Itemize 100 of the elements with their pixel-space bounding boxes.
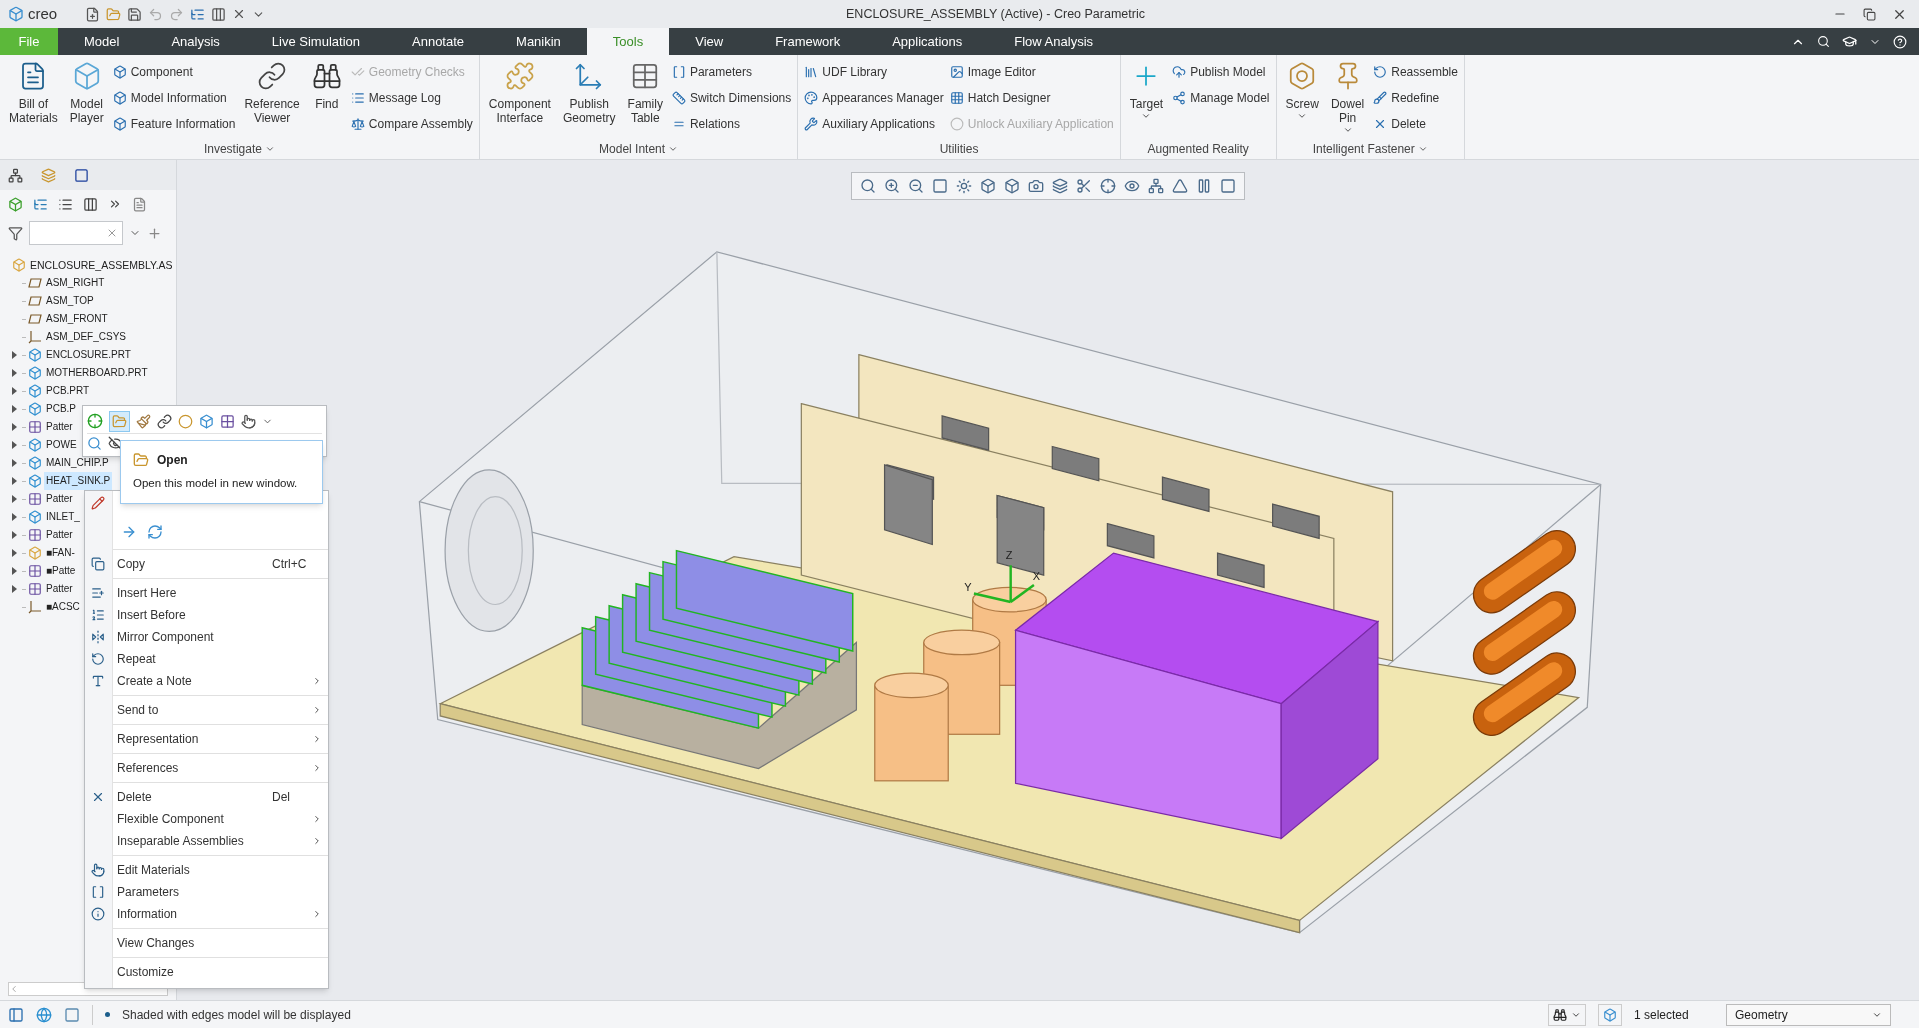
tree-item[interactable]: ■FAN- bbox=[44, 544, 77, 562]
expand-arrow-icon[interactable] bbox=[12, 405, 17, 413]
expand-arrow-icon[interactable] bbox=[12, 513, 17, 521]
tree-item[interactable]: Patter bbox=[44, 490, 75, 508]
ribbon-large-button[interactable]: Target bbox=[1126, 61, 1167, 121]
search-field[interactable] bbox=[29, 221, 123, 245]
ribbon-small-button[interactable]: Model Information bbox=[112, 87, 236, 109]
restore-icon[interactable] bbox=[1863, 7, 1876, 21]
ribbon-tab[interactable]: Manikin bbox=[490, 28, 587, 55]
ribbon-small-button[interactable]: Feature Information bbox=[112, 113, 236, 135]
zoom-out-icon[interactable] bbox=[908, 178, 924, 194]
menu-item[interactable]: Insert Before bbox=[113, 604, 328, 626]
ribbon-tab[interactable]: Flow Analysis bbox=[988, 28, 1120, 55]
menu-item[interactable]: Representation bbox=[113, 728, 328, 750]
tree-item[interactable]: Patter bbox=[44, 418, 75, 436]
pencil-icon[interactable] bbox=[91, 496, 105, 510]
menu-item[interactable]: Inseparable Assemblies bbox=[113, 830, 328, 852]
menu-item[interactable]: Send to bbox=[113, 699, 328, 721]
rectangle-icon[interactable] bbox=[1220, 178, 1236, 194]
ribbon-group-label[interactable]: Intelligent Fastener bbox=[1312, 140, 1428, 158]
menu-item[interactable]: View Changes bbox=[113, 932, 328, 954]
menu-item[interactable]: Create a Note bbox=[113, 670, 328, 692]
menu-item[interactable]: Mirror Component bbox=[113, 626, 328, 648]
ribbon-large-button[interactable]: Model Player bbox=[66, 61, 107, 125]
menu-item[interactable]: Repeat bbox=[113, 648, 328, 670]
ribbon-group-label[interactable]: Model Intent bbox=[599, 140, 679, 158]
help-icon[interactable] bbox=[1893, 34, 1907, 49]
more-icon[interactable] bbox=[108, 197, 122, 211]
ribbon-group-label[interactable]: Investigate bbox=[203, 140, 275, 158]
ribbon-small-button[interactable]: Redefine bbox=[1373, 87, 1458, 109]
cube-view-icon[interactable] bbox=[1004, 178, 1020, 194]
tree-item[interactable]: MAIN_CHIP.P bbox=[44, 454, 111, 472]
expand-arrow-icon[interactable] bbox=[12, 585, 17, 593]
menu-item[interactable]: Insert Here bbox=[113, 582, 328, 604]
ribbon-small-button[interactable]: Image Editor bbox=[949, 61, 1114, 83]
tree-item[interactable]: ASM_DEF_CSYS bbox=[44, 328, 129, 346]
part-icon[interactable] bbox=[8, 196, 23, 212]
expand-arrow-icon[interactable] bbox=[12, 387, 17, 395]
tree-item[interactable]: MOTHERBOARD.PRT bbox=[44, 364, 150, 382]
tree-item[interactable]: ASM_FRONT bbox=[44, 310, 110, 328]
menu-item[interactable]: Parameters bbox=[113, 881, 328, 903]
tree-item[interactable]: ■Patte bbox=[44, 562, 78, 580]
zoom-in-icon[interactable] bbox=[884, 178, 900, 194]
ribbon-tab[interactable]: Live Simulation bbox=[245, 28, 386, 55]
cube-icon[interactable] bbox=[199, 413, 214, 429]
clear-icon[interactable] bbox=[106, 227, 118, 239]
ribbon-tab[interactable]: Tools bbox=[586, 28, 670, 55]
crosshair-icon[interactable] bbox=[87, 413, 103, 429]
tree-item[interactable]: ENCLOSURE_ASSEMBLY.AS bbox=[0, 256, 176, 274]
columns-icon[interactable] bbox=[83, 196, 98, 212]
ribbon-small-button[interactable]: Component bbox=[112, 61, 236, 83]
ribbon-small-button[interactable]: Reassemble bbox=[1373, 61, 1458, 83]
ribbon-small-button[interactable]: Relations bbox=[671, 113, 792, 135]
expand-arrow-icon[interactable] bbox=[12, 441, 17, 449]
ribbon-tab[interactable]: Framework bbox=[749, 28, 867, 55]
ribbon-small-button[interactable]: Appearances Manager bbox=[804, 87, 944, 109]
layers-icon[interactable] bbox=[1052, 178, 1068, 194]
cube-icon[interactable] bbox=[980, 178, 996, 194]
model-tree-tab-icon[interactable] bbox=[8, 167, 23, 183]
triangle-icon[interactable] bbox=[1172, 178, 1188, 194]
tree-item[interactable]: HEAT_SINK.P bbox=[44, 472, 113, 490]
ribbon-large-button[interactable]: Find bbox=[308, 61, 345, 111]
chain-link-icon[interactable] bbox=[157, 413, 172, 429]
find-dropdown[interactable] bbox=[1548, 1003, 1586, 1026]
expand-arrow-icon[interactable] bbox=[12, 477, 17, 485]
expand-arrow-icon[interactable] bbox=[12, 369, 17, 377]
tree-item[interactable]: ENCLOSURE.PRT bbox=[44, 346, 133, 364]
ribbon-small-button[interactable]: Auxiliary Applications bbox=[804, 113, 944, 135]
document-icon[interactable] bbox=[132, 196, 147, 212]
ribbon-large-button[interactable]: Publish Geometry bbox=[559, 61, 619, 125]
ribbon-small-button[interactable]: Hatch Designer bbox=[949, 87, 1114, 109]
menu-item[interactable]: Information bbox=[113, 903, 328, 925]
menu-item[interactable]: Flexible Component bbox=[113, 808, 328, 830]
pointer-icon[interactable] bbox=[241, 413, 256, 429]
pause-icon[interactable] bbox=[1196, 178, 1212, 194]
ribbon-small-button[interactable]: Delete bbox=[1373, 113, 1458, 135]
ribbon-tab[interactable]: Analysis bbox=[145, 28, 246, 55]
ribbon-small-button[interactable]: Parameters bbox=[671, 61, 792, 83]
brush-icon[interactable] bbox=[136, 413, 151, 429]
ribbon-large-button[interactable]: Bill of Materials bbox=[6, 61, 61, 125]
ribbon-tab[interactable]: View bbox=[669, 28, 750, 55]
filter-dropdown[interactable]: Geometry bbox=[1726, 1003, 1891, 1026]
menu-item[interactable]: Copy Ctrl+C bbox=[113, 553, 328, 575]
ribbon-large-button[interactable]: Family Table bbox=[624, 61, 666, 125]
expand-arrow-icon[interactable] bbox=[12, 549, 17, 557]
list-icon[interactable] bbox=[58, 196, 73, 212]
ribbon-small-button[interactable]: Manage Model bbox=[1172, 87, 1270, 109]
ribbon-large-button[interactable]: Component Interface bbox=[485, 61, 554, 125]
tree-item[interactable]: Patter bbox=[44, 580, 75, 598]
ribbon-group-label[interactable]: Utilities bbox=[939, 140, 979, 158]
expand-arrow-icon[interactable] bbox=[12, 459, 17, 467]
ribbon-small-button[interactable]: Publish Model bbox=[1172, 61, 1270, 83]
menu-item[interactable]: Customize bbox=[113, 961, 328, 983]
expand-arrow-icon[interactable] bbox=[12, 495, 17, 503]
tree-item[interactable]: PCB.PRT bbox=[44, 382, 92, 400]
new-file-icon[interactable] bbox=[85, 6, 101, 22]
expand-arrow-icon[interactable] bbox=[12, 351, 17, 359]
add-icon[interactable] bbox=[147, 225, 162, 241]
search-icon[interactable] bbox=[1817, 35, 1830, 48]
ribbon-tab[interactable]: Model bbox=[58, 28, 146, 55]
